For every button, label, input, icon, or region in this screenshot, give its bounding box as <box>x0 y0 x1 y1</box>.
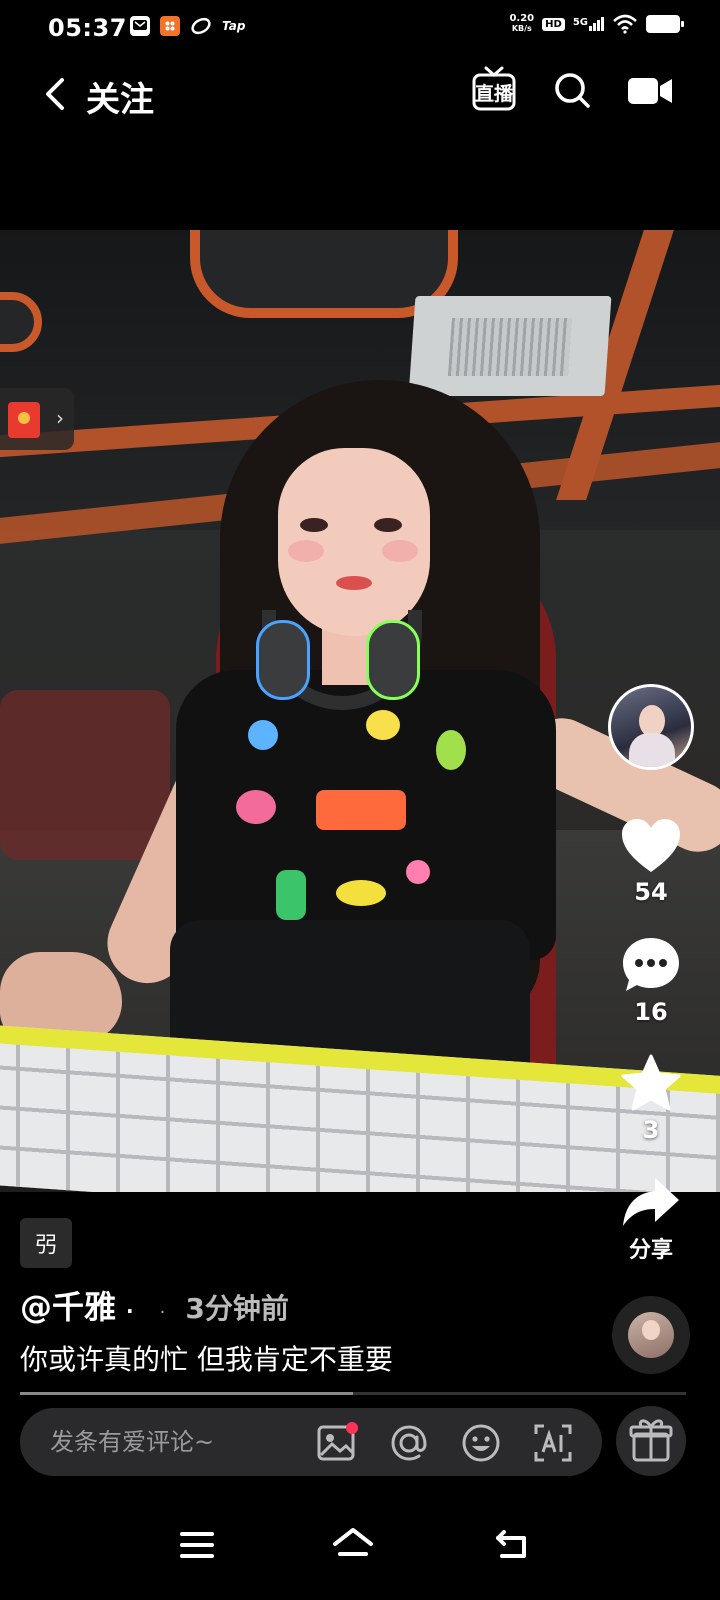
like-button[interactable]: 54 <box>606 818 696 906</box>
battery-icon <box>646 15 684 33</box>
ai-icon[interactable] <box>532 1422 574 1464</box>
gift-button[interactable] <box>616 1406 686 1476</box>
comment-count: 16 <box>634 998 668 1026</box>
swirl-notification-icon <box>191 17 211 35</box>
comment-input[interactable] <box>50 1408 300 1476</box>
mention-icon[interactable] <box>388 1422 430 1464</box>
person-face <box>278 448 430 636</box>
author-name[interactable]: @千雅 <box>20 1282 116 1328</box>
background-chair <box>0 690 170 860</box>
comment-bar <box>20 1408 602 1476</box>
top-nav: 关注 直播 <box>0 64 720 124</box>
music-disc[interactable] <box>612 1296 690 1374</box>
app-notification-icon <box>160 16 180 36</box>
net-speed-value: 0.20 <box>509 13 535 24</box>
camera-icon[interactable] <box>628 72 674 108</box>
emoji-icon[interactable] <box>460 1422 502 1464</box>
video-progress-fill <box>20 1392 353 1395</box>
share-button[interactable]: 分享 <box>606 1176 696 1264</box>
red-envelope-button[interactable]: › <box>0 388 74 450</box>
video-caption[interactable]: 你或许真的忙 但我肯定不重要 <box>20 1338 393 1378</box>
video-progress-bar[interactable] <box>20 1392 686 1395</box>
author-avatar[interactable] <box>608 684 694 770</box>
wifi-icon <box>613 14 637 34</box>
headphone-cup-left <box>256 620 310 700</box>
person-shirt <box>176 670 556 960</box>
image-icon[interactable] <box>316 1422 358 1464</box>
search-icon[interactable] <box>552 70 592 110</box>
system-nav-bar <box>0 1500 720 1600</box>
page-title: 关注 <box>86 80 154 120</box>
net-speed-unit: KB/s <box>511 24 532 33</box>
comment-button[interactable]: 16 <box>606 936 696 1026</box>
ac-unit <box>408 296 612 396</box>
favorite-count: 3 <box>642 1116 660 1144</box>
share-icon <box>623 1178 679 1226</box>
comment-icon <box>623 938 679 991</box>
content-tag[interactable]: 弜 <box>20 1218 72 1268</box>
message-notification-icon <box>130 16 150 36</box>
back-arrow-icon[interactable] <box>36 74 76 114</box>
heart-icon <box>622 819 680 872</box>
live-label: 直播 <box>474 83 513 105</box>
post-time: 3分钟前 <box>185 1292 289 1325</box>
red-envelope-icon <box>8 402 40 438</box>
network-speed: 0.20 KB/s <box>509 14 534 34</box>
back-icon[interactable] <box>488 1520 538 1570</box>
favorite-button[interactable]: 3 <box>606 1054 696 1144</box>
system-indicators: 0.20 KB/s HD 5G <box>509 14 684 34</box>
time-dot: · <box>159 1302 166 1323</box>
gift-icon <box>629 1419 673 1462</box>
headphone-cup-right <box>366 620 420 700</box>
like-count: 54 <box>634 878 668 906</box>
tap-notification-icon: Tap <box>222 19 246 33</box>
share-label: 分享 <box>628 1238 673 1263</box>
star-icon <box>621 1054 681 1111</box>
music-cover <box>628 1312 674 1358</box>
menu-icon[interactable] <box>172 1520 222 1570</box>
author-dot: · <box>126 1299 134 1323</box>
network-type: 5G <box>572 17 588 28</box>
clock: 05:37 <box>48 14 127 42</box>
chevron-right-icon: › <box>56 406 64 430</box>
signal-icon: 5G <box>573 17 604 31</box>
hd-badge: HD <box>542 17 565 31</box>
notification-icons: Tap <box>130 16 245 36</box>
status-bar: 05:37 Tap 0.20 KB/s HD 5G <box>0 0 720 56</box>
author-row: @千雅 · · 3分钟前 <box>20 1282 289 1328</box>
home-icon[interactable] <box>328 1520 378 1570</box>
live-button[interactable]: 直播 <box>472 66 516 112</box>
